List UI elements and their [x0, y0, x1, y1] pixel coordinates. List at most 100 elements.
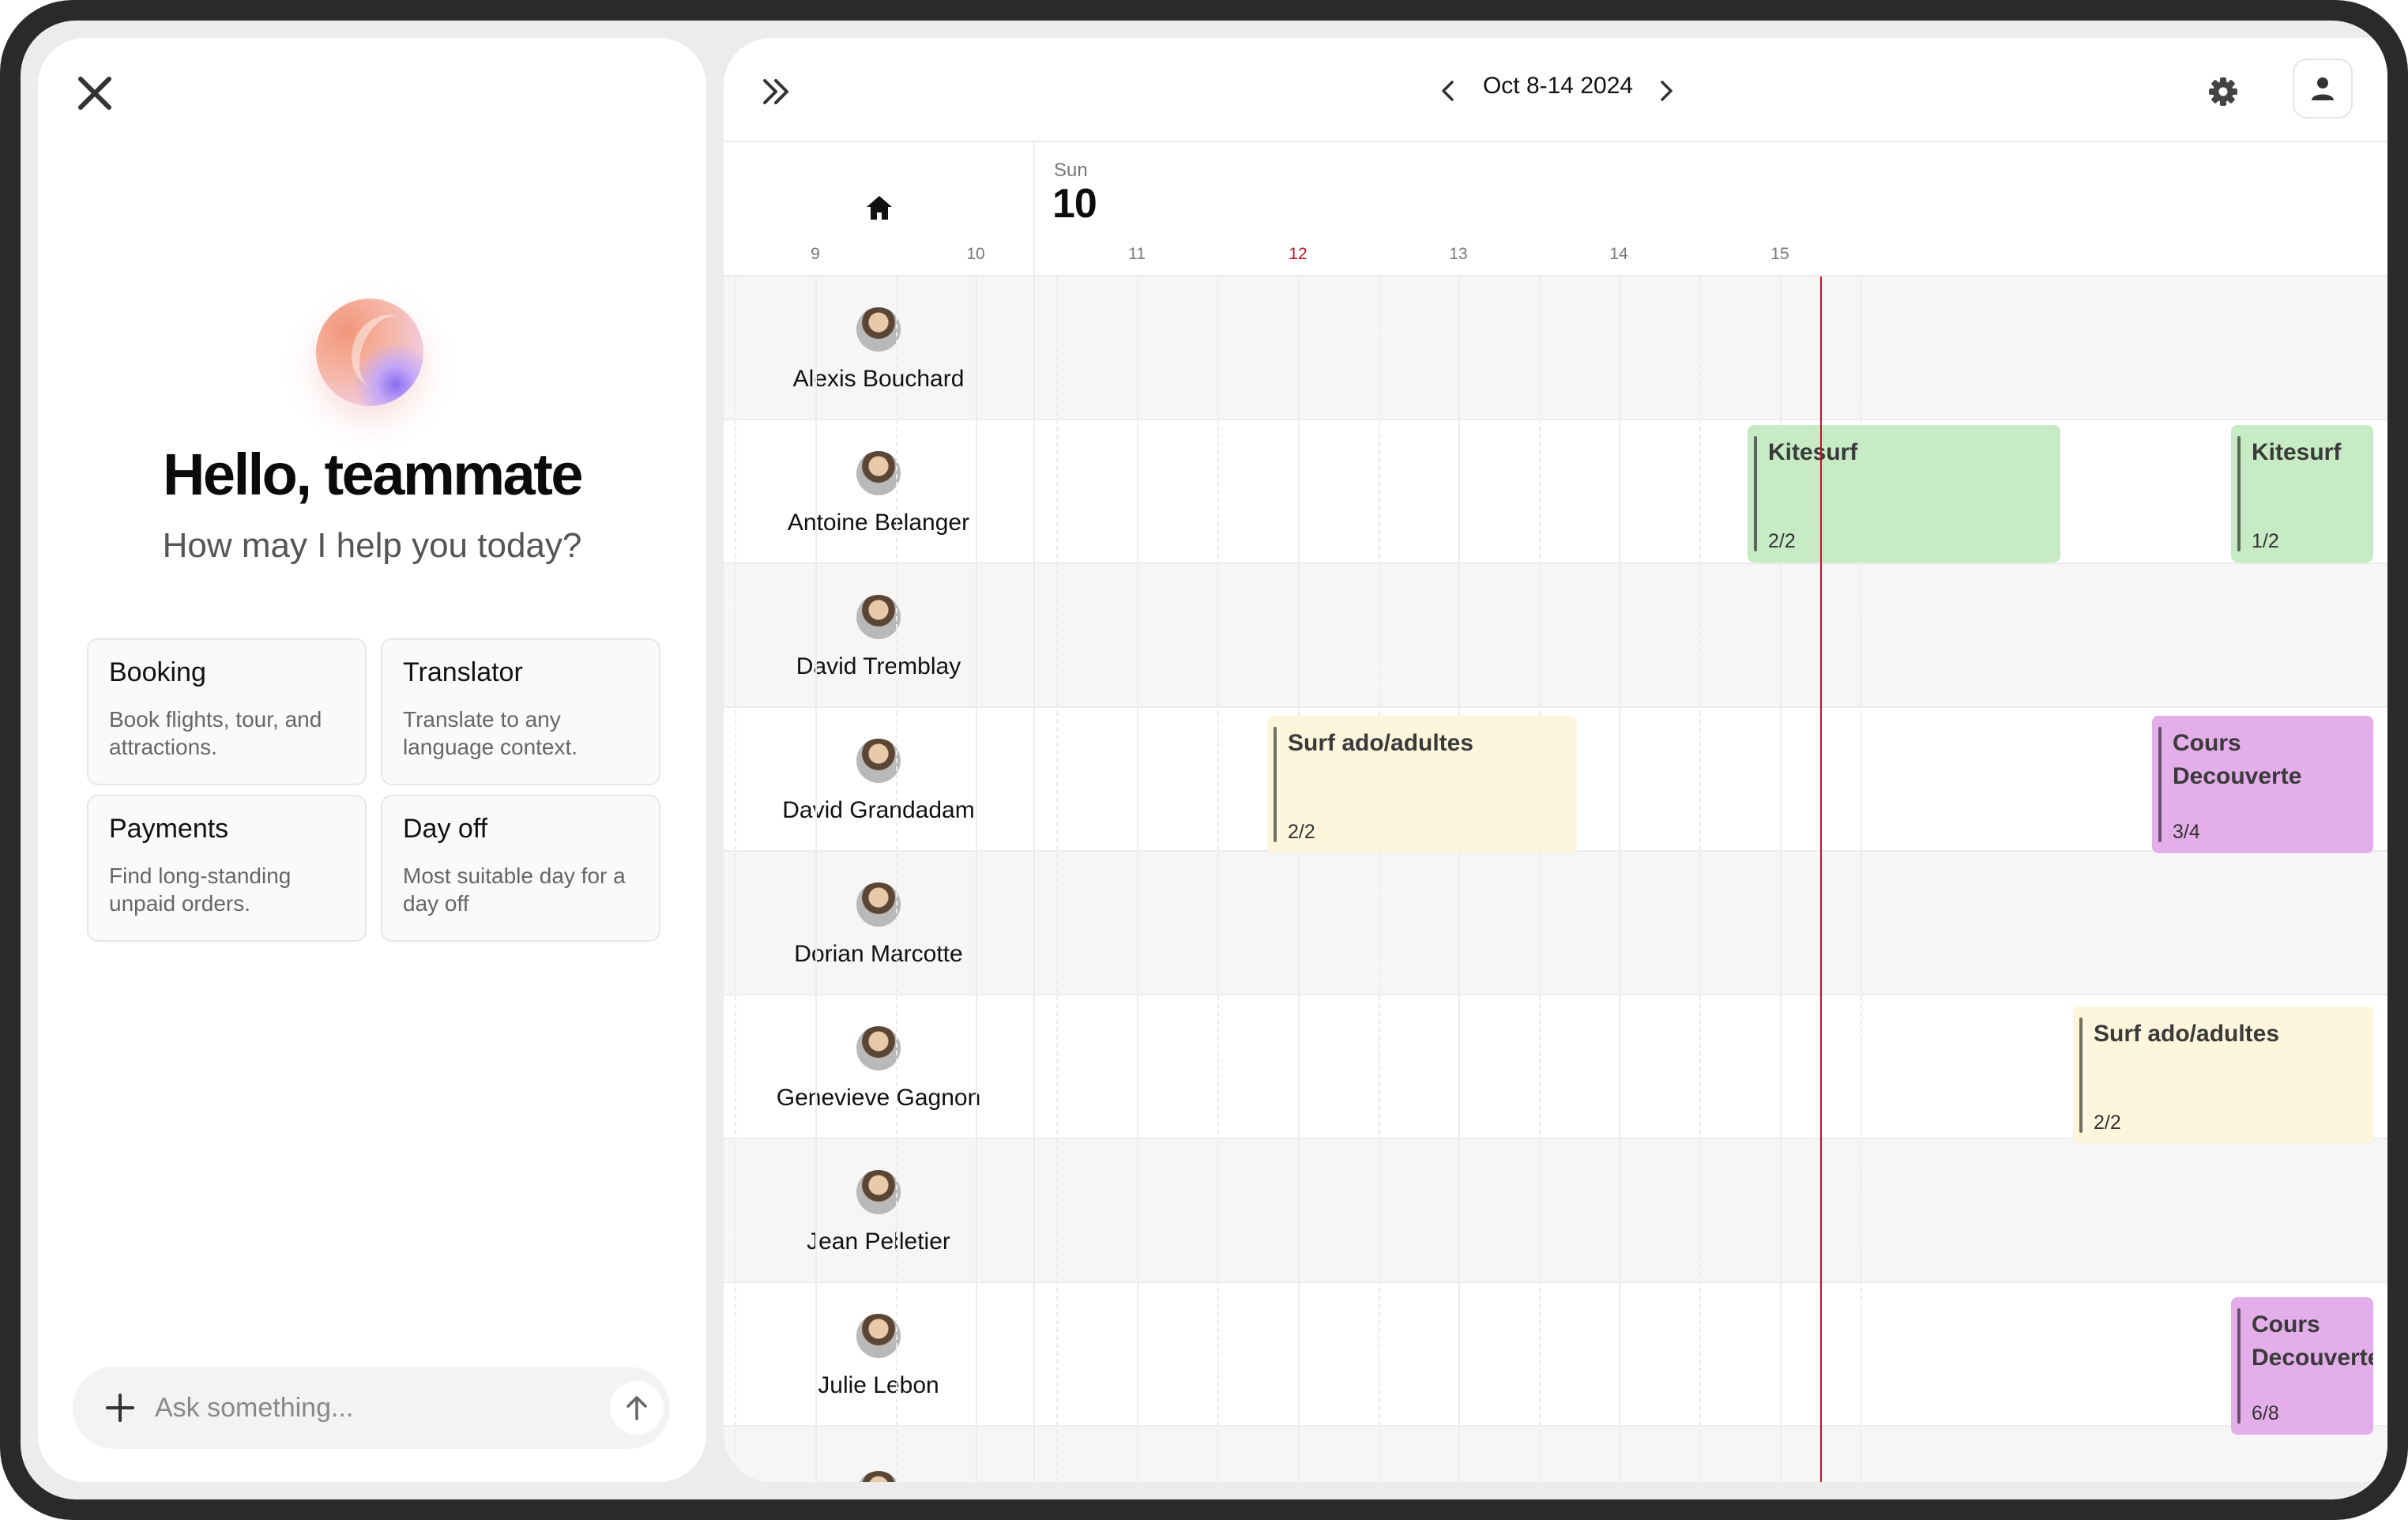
card-payments[interactable]: Payments Find long-standing unpaid order… [87, 795, 367, 942]
week-label: Oct 8-14 2024 [1482, 73, 1634, 99]
screen: Hello, teammate How may I help you today… [21, 21, 2387, 1499]
hour-label: 9 [811, 245, 820, 263]
chevron-right-icon [1661, 81, 1672, 101]
resource-row: David Tremblay [724, 564, 2387, 708]
event-count: 3/4 [2173, 821, 2200, 843]
event-title: Cours Decouverte [2173, 730, 2302, 789]
card-description: Most suitable day for a day off [403, 863, 626, 916]
double-chevron-right-icon [763, 79, 788, 104]
hour-label: 15 [1770, 245, 1789, 263]
day-name: Sun [1054, 160, 1088, 181]
card-title: Payments [109, 814, 229, 844]
event-block[interactable]: Surf ado/adultes 2/2 [1267, 716, 1577, 853]
event-count: 2/2 [2094, 1112, 2121, 1134]
resource-cell[interactable]: Julie Lebon [724, 1283, 1035, 1427]
current-time-indicator [1820, 277, 1822, 1482]
calendar-body: Alexis Bouchard Antoine Belanger David Tre… [724, 277, 2387, 1482]
person-name: Jean Pelletier [807, 1228, 950, 1255]
event-title: Cours Decouverte [2252, 1311, 2373, 1371]
resource-cell[interactable]: Jean Pelletier [724, 1139, 1035, 1283]
event-count: 1/2 [2252, 530, 2279, 552]
resource-row: Dorian Marcotte [724, 852, 2387, 995]
send-button[interactable] [610, 1381, 664, 1435]
profile-button[interactable] [2293, 58, 2353, 119]
resource-cell[interactable]: Antoine Belanger [724, 420, 1035, 564]
hour-label: 12 [1289, 245, 1307, 263]
card-day-off[interactable]: Day off Most suitable day for a day off [381, 795, 660, 942]
hour-label: 10 [966, 245, 985, 263]
expand-button[interactable] [758, 74, 793, 109]
card-translator[interactable]: Translator Translate to any language con… [381, 638, 660, 785]
card-description: Find long-standing unpaid orders. [109, 863, 292, 916]
event-title: Kitesurf [1768, 439, 1858, 465]
avatar [856, 739, 901, 783]
event-title: Kitesurf [2252, 439, 2342, 465]
person-name: David Tremblay [796, 653, 961, 679]
card-description: Translate to any language context. [403, 707, 578, 759]
person-name: Julie Lebon [818, 1372, 939, 1398]
avatar [856, 1026, 901, 1070]
assistant-panel: Hello, teammate How may I help you today… [38, 38, 706, 1482]
event-title: Surf ado/adultes [2094, 1021, 2280, 1047]
resource-cell[interactable]: Alexis Bouchard [724, 277, 1035, 420]
event-block[interactable]: Kitesurf 1/2 [2231, 425, 2373, 562]
chevron-left-icon [1442, 81, 1454, 101]
person-name: Genevieve Gagnon [776, 1085, 981, 1111]
day-number: 10 [1052, 181, 1097, 227]
resource-row: Antoine Belanger [724, 420, 2387, 564]
card-booking[interactable]: Booking Book flights, tour, and attracti… [87, 638, 367, 785]
resource-rows: Alexis Bouchard Antoine Belanger David Tre… [724, 277, 2387, 1482]
resource-cell[interactable]: David Tremblay [724, 564, 1035, 708]
hour-label: 13 [1449, 245, 1468, 263]
event-block[interactable]: Surf ado/adultes 2/2 [2073, 1006, 2373, 1144]
assistant-orb-logo [316, 299, 423, 406]
event-block[interactable]: Cours Decouverte 6/8 [2231, 1297, 2373, 1435]
hour-label: 11 [1128, 245, 1146, 263]
resource-cell[interactable] [724, 1427, 1035, 1482]
calendar-topbar: Oct 8-14 2024 [724, 38, 2387, 142]
greeting-subtitle: How may I help you today? [162, 526, 582, 565]
day-header: Sun 10 89101112131415 [811, 142, 2387, 277]
avatar [856, 451, 901, 495]
resource-cell[interactable]: Genevieve Gagnon [724, 995, 1035, 1139]
event-count: 6/8 [2252, 1402, 2279, 1424]
close-button[interactable] [73, 71, 117, 115]
home-icon [867, 196, 892, 220]
avatar [856, 1170, 901, 1214]
ask-bar [73, 1367, 670, 1449]
add-attachment-button[interactable] [104, 1392, 136, 1424]
resource-row: Alexis Bouchard [724, 277, 2387, 420]
ask-input[interactable] [155, 1387, 566, 1428]
avatar [856, 307, 901, 352]
close-icon [78, 77, 111, 110]
calendar-panel: Oct 8-14 2024 Sun 10 9 10 11 12 13 14 15… [724, 38, 2387, 1482]
resources-header [724, 142, 1035, 277]
home-button[interactable] [864, 193, 894, 223]
event-block[interactable]: Cours Decouverte 3/4 [2152, 716, 2373, 853]
hour-label: 14 [1609, 245, 1628, 263]
prev-week-button[interactable] [1435, 77, 1462, 104]
arrow-up-icon [626, 1396, 647, 1420]
settings-button[interactable] [2204, 73, 2242, 111]
next-week-button[interactable] [1653, 77, 1680, 104]
card-title: Day off [403, 814, 488, 844]
event-count: 2/2 [1288, 821, 1315, 843]
card-title: Translator [403, 657, 523, 687]
resource-row: Jean Pelletier [724, 1139, 2387, 1283]
event-count: 2/2 [1768, 530, 1796, 552]
resource-cell[interactable]: Dorian Marcotte [724, 852, 1035, 995]
greeting-title: Hello, teammate [162, 442, 584, 507]
card-description: Book flights, tour, and attractions. [109, 707, 322, 759]
avatar [856, 595, 901, 639]
person-name: Antoine Belanger [787, 510, 970, 536]
resource-cell[interactable]: David Grandadam [724, 708, 1035, 852]
event-title: Surf ado/adultes [1288, 730, 1474, 756]
event-block[interactable]: Kitesurf 2/2 [1748, 425, 2060, 562]
resource-row [724, 1427, 2387, 1482]
plus-icon [106, 1394, 134, 1422]
device-frame: Hello, teammate How may I help you today… [0, 0, 2408, 1520]
person-name: Dorian Marcotte [794, 941, 963, 967]
card-title: Booking [109, 657, 206, 687]
gear-icon [2209, 77, 2237, 106]
suggestion-cards: Booking Book flights, tour, and attracti… [87, 638, 660, 942]
